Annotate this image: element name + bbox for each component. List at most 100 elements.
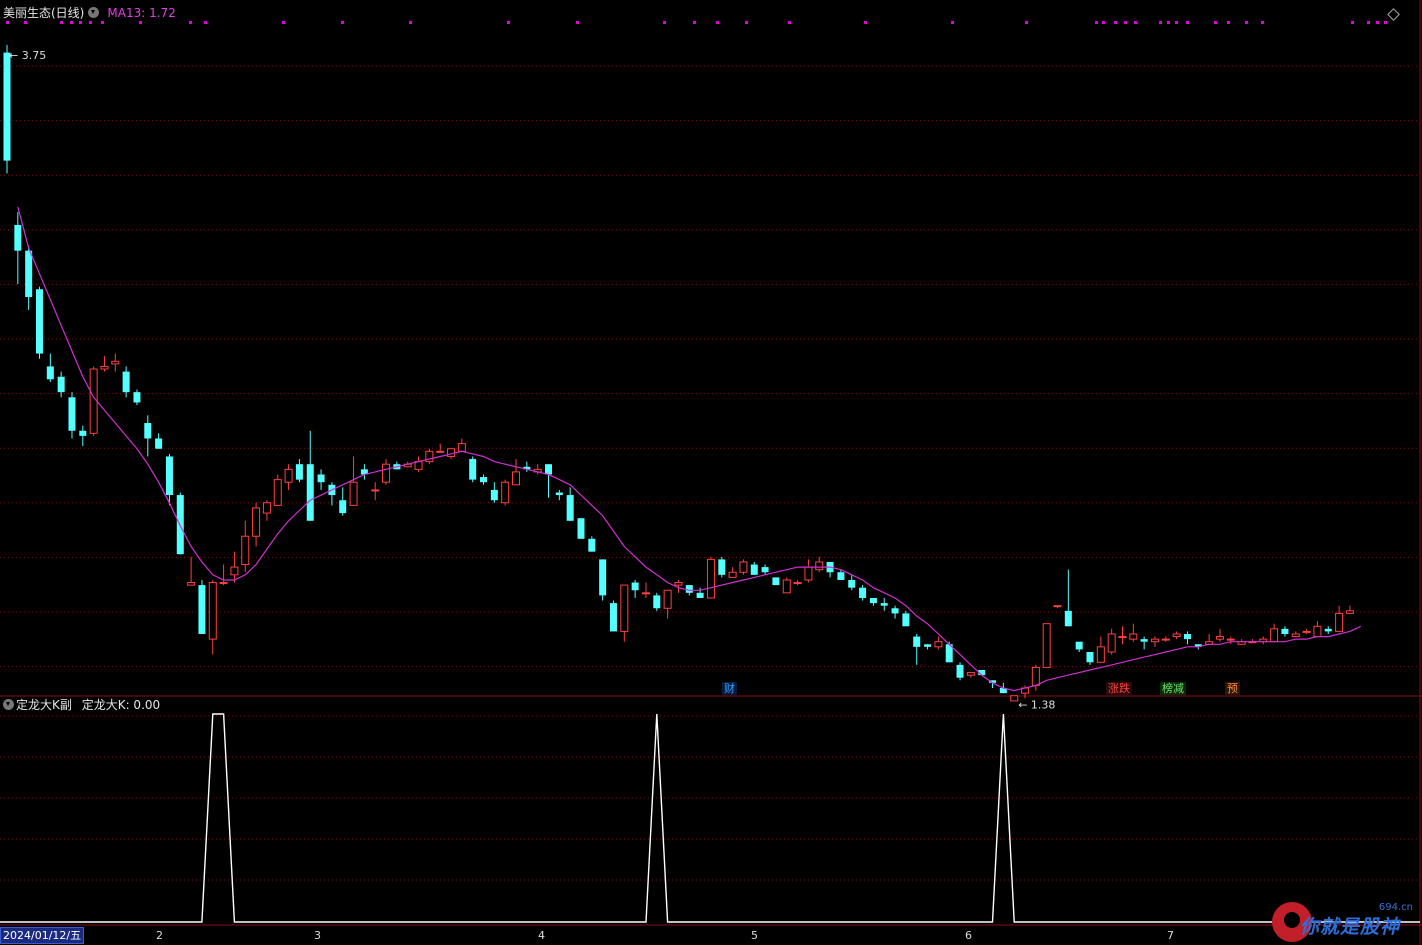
candle bbox=[1107, 628, 1116, 655]
signal-dot bbox=[788, 21, 791, 24]
candle-body bbox=[14, 224, 22, 251]
candle bbox=[913, 633, 921, 665]
candle bbox=[1064, 569, 1072, 627]
candle-body bbox=[371, 489, 380, 492]
dropdown-icon[interactable] bbox=[3, 699, 14, 710]
candle bbox=[512, 459, 521, 486]
candle bbox=[1183, 631, 1191, 645]
candle-body bbox=[1281, 628, 1289, 634]
indicator-line bbox=[0, 713, 1420, 923]
candle bbox=[1031, 664, 1040, 691]
candle-body bbox=[241, 535, 250, 566]
candle-body bbox=[815, 561, 824, 571]
main-chart-header: 美丽生态(日线) MA13: 1.72 bbox=[3, 6, 176, 20]
candle-body bbox=[1064, 610, 1072, 627]
candle bbox=[469, 456, 477, 483]
candle bbox=[577, 518, 585, 539]
event-tag-finance[interactable]: 财 bbox=[722, 682, 737, 695]
candle bbox=[848, 574, 856, 591]
signal-dot bbox=[60, 21, 63, 24]
signal-dot bbox=[576, 21, 579, 24]
candle-body bbox=[577, 518, 585, 539]
candle-body bbox=[718, 559, 726, 575]
candle-body bbox=[1226, 638, 1235, 641]
signal-dot bbox=[6, 21, 9, 24]
signal-dot bbox=[745, 21, 748, 24]
signal-dot bbox=[951, 21, 954, 24]
low-price-label: ← 1.38 bbox=[1018, 698, 1055, 711]
candle-body bbox=[609, 603, 617, 632]
candle bbox=[880, 597, 888, 611]
signal-dot bbox=[1025, 21, 1028, 24]
candle bbox=[457, 438, 466, 452]
candle-body bbox=[761, 567, 769, 573]
candle bbox=[1205, 633, 1214, 645]
candle-body bbox=[349, 481, 358, 506]
ma13-line bbox=[17, 206, 1362, 692]
candle bbox=[826, 561, 834, 578]
signal-dot bbox=[1376, 21, 1379, 24]
candle bbox=[728, 567, 737, 578]
indicator-value: 定龙大K: 0.00 bbox=[81, 698, 161, 712]
candle-body bbox=[1302, 630, 1311, 633]
candle-body bbox=[706, 558, 715, 599]
candle bbox=[1150, 636, 1159, 647]
candle bbox=[739, 559, 748, 575]
candle bbox=[490, 482, 498, 503]
candlestick-series bbox=[3, 44, 1354, 702]
candle-body bbox=[782, 579, 791, 594]
signal-dot bbox=[1124, 21, 1127, 24]
event-tag-list[interactable]: 榜减 bbox=[1160, 682, 1186, 695]
candle-body bbox=[566, 495, 574, 521]
signal-dot bbox=[24, 21, 27, 24]
candle-body bbox=[252, 507, 261, 537]
candle-body bbox=[739, 561, 748, 573]
candle bbox=[1313, 621, 1322, 638]
candle bbox=[295, 459, 303, 483]
candle bbox=[414, 456, 423, 472]
candle-body bbox=[545, 464, 552, 475]
dropdown-icon[interactable] bbox=[88, 7, 100, 18]
candle-body bbox=[512, 471, 521, 486]
signal-dot bbox=[1367, 21, 1370, 24]
indicator-series bbox=[0, 713, 1420, 923]
candle-body bbox=[674, 582, 683, 586]
signal-dot bbox=[341, 21, 344, 24]
signal-dot bbox=[409, 21, 412, 24]
candle bbox=[284, 464, 293, 490]
candle bbox=[566, 487, 574, 521]
candle-body bbox=[1313, 625, 1322, 638]
candle-body bbox=[57, 376, 65, 393]
candle-body bbox=[436, 450, 445, 453]
candle-body bbox=[447, 448, 456, 457]
candle bbox=[198, 579, 206, 634]
signal-dot bbox=[1167, 21, 1170, 24]
candle bbox=[155, 433, 163, 449]
candle bbox=[1042, 623, 1051, 668]
candle bbox=[782, 577, 791, 594]
signal-dot bbox=[864, 21, 867, 24]
candle-body bbox=[469, 459, 477, 480]
candle bbox=[869, 597, 877, 606]
candle-body bbox=[79, 430, 87, 436]
event-tag-forecast[interactable]: 预 bbox=[1225, 682, 1240, 695]
watermark-name: 你就是股神 bbox=[1300, 916, 1401, 938]
candle bbox=[480, 474, 488, 485]
candle-body bbox=[631, 582, 639, 591]
candle-body bbox=[100, 365, 109, 370]
candle bbox=[57, 371, 65, 398]
candle-body bbox=[133, 392, 141, 403]
signal-dot bbox=[663, 21, 666, 24]
event-tag-limit[interactable]: 涨跌 bbox=[1106, 682, 1132, 695]
candle bbox=[804, 559, 813, 583]
candle-body bbox=[457, 443, 466, 452]
candle-body bbox=[273, 479, 282, 506]
signal-dot bbox=[1102, 21, 1105, 24]
candle-body bbox=[1118, 636, 1127, 639]
signal-dot bbox=[89, 21, 92, 24]
candle-body bbox=[122, 371, 130, 393]
candle-body bbox=[1107, 633, 1116, 653]
candle-body bbox=[588, 538, 596, 552]
candle-body bbox=[1183, 633, 1191, 640]
candle-body bbox=[1031, 666, 1040, 686]
